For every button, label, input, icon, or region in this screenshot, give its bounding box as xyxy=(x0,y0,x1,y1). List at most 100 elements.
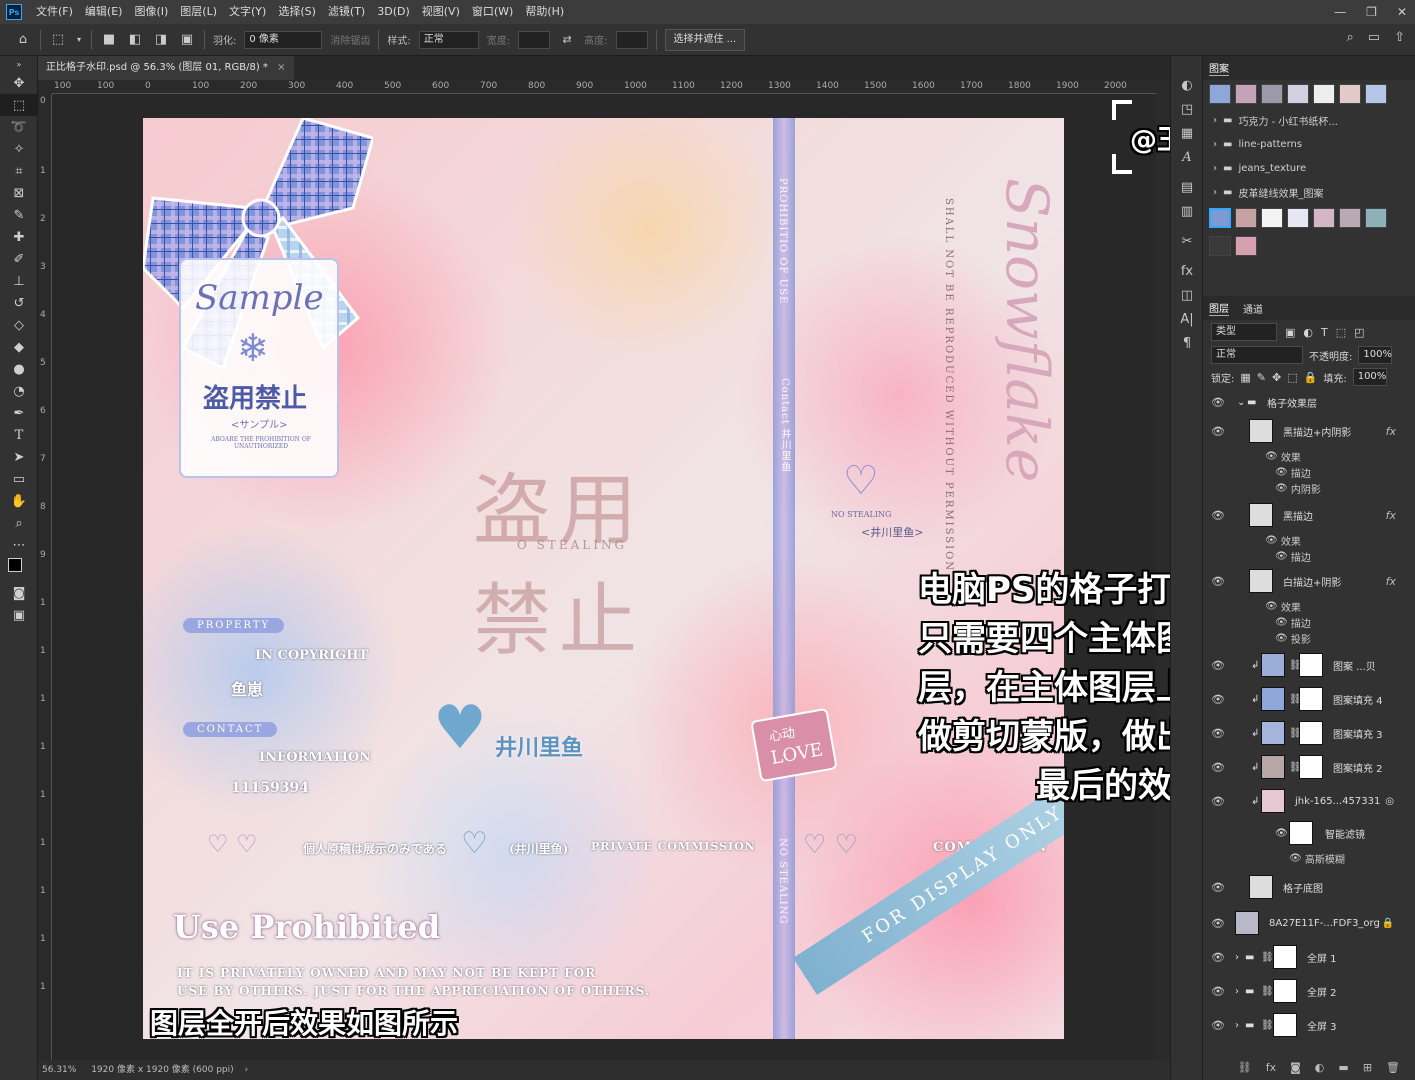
pattern-swatch[interactable] xyxy=(1261,84,1283,104)
eye-icon[interactable]: 👁 xyxy=(1211,917,1225,930)
pattern-swatch[interactable] xyxy=(1313,208,1335,228)
document-tab[interactable]: 正比格子水印.psd @ 56.3% (图层 01, RGB/8) * × xyxy=(38,56,294,80)
workspace-icon[interactable]: ▭ xyxy=(1368,30,1380,45)
add-style-icon[interactable]: fx xyxy=(1266,1061,1276,1074)
filter-row[interactable]: 👁 高斯模糊 xyxy=(1203,850,1415,866)
maximize-button[interactable]: ❐ xyxy=(1366,5,1377,19)
close-window-button[interactable]: ✕ xyxy=(1397,5,1407,19)
character-icon[interactable]: A| xyxy=(1171,308,1203,330)
layer-row[interactable]: 👁 › ▬ ⛓ 全屏 3 xyxy=(1203,1008,1415,1042)
eye-icon[interactable]: 👁 xyxy=(1275,551,1288,562)
effect-row[interactable]: 👁 描边 xyxy=(1203,614,1415,630)
rectangular-marquee-tool-icon[interactable]: ⬚ xyxy=(0,94,38,116)
add-mask-icon[interactable]: ◙ xyxy=(1290,1061,1301,1074)
menu-window[interactable]: 窗口(W) xyxy=(466,0,519,24)
effect-row[interactable]: 👁 内阴影 xyxy=(1203,480,1415,496)
pattern-swatch[interactable] xyxy=(1313,84,1335,104)
lasso-tool-icon[interactable]: ➰ xyxy=(0,116,38,138)
menu-help[interactable]: 帮助(H) xyxy=(519,0,570,24)
effects-row[interactable]: 👁 效果 xyxy=(1203,448,1415,464)
chevron-right-icon[interactable]: › xyxy=(1235,952,1239,963)
pattern-folder[interactable]: › ▬ jeans_texture xyxy=(1203,156,1415,180)
brush-tool-icon[interactable]: ✐ xyxy=(0,248,38,270)
layer-group-row[interactable]: 👁 ⌄ ▬ 格子效果层 xyxy=(1203,390,1415,414)
lock-transparency-icon[interactable]: ▦ xyxy=(1240,371,1250,384)
filter-pixel-icon[interactable]: ▣ xyxy=(1285,326,1295,339)
menu-type[interactable]: 文字(Y) xyxy=(223,0,272,24)
share-icon[interactable]: ⇧ xyxy=(1394,30,1405,45)
new-layer-icon[interactable]: ⊞ xyxy=(1363,1061,1372,1074)
layer-row[interactable]: 👁 ↲ ⛓ 图案填充 3 xyxy=(1203,716,1415,750)
quick-mask-icon[interactable]: ◙ xyxy=(0,582,38,604)
eye-icon[interactable]: 👁 xyxy=(1275,467,1288,478)
effects-row[interactable]: 👁 效果 xyxy=(1203,598,1415,614)
color-swatches-icon[interactable] xyxy=(0,556,38,582)
eye-icon[interactable]: 👁 xyxy=(1275,617,1288,628)
add-selection-icon[interactable]: ◧ xyxy=(126,31,144,49)
properties-icon[interactable]: ▥ xyxy=(1171,200,1203,222)
menu-3d[interactable]: 3D(D) xyxy=(371,0,416,24)
effect-row[interactable]: 👁 描边 xyxy=(1203,464,1415,480)
fx-icon[interactable]: fx xyxy=(1386,509,1396,522)
paragraph-icon[interactable]: ¶ xyxy=(1171,332,1203,354)
filter-smart-icon[interactable]: ◰ xyxy=(1354,326,1364,339)
adjustment-layer-icon[interactable]: ◐ xyxy=(1315,1061,1325,1074)
effect-row[interactable]: 👁 描边 xyxy=(1203,548,1415,564)
lock-position-icon[interactable]: ✥ xyxy=(1272,371,1281,384)
link-layers-icon[interactable]: ⛓ xyxy=(1238,1061,1252,1074)
fx-icon[interactable]: fx xyxy=(1386,575,1396,588)
chevron-right-icon[interactable]: › xyxy=(1235,986,1239,997)
tools-icon[interactable]: ✂ xyxy=(1171,230,1203,252)
tab-layers[interactable]: 图层 xyxy=(1209,300,1229,316)
lock-all-icon[interactable]: 🔒 xyxy=(1304,371,1318,384)
lock-pixels-icon[interactable]: ✎ xyxy=(1257,371,1266,384)
chevron-down-icon[interactable]: ▾ xyxy=(75,31,83,49)
eye-icon[interactable]: 👁 xyxy=(1275,483,1288,494)
magic-wand-tool-icon[interactable]: ✧ xyxy=(0,138,38,160)
pattern-folder[interactable]: › ▬ line-patterns xyxy=(1203,132,1415,156)
layer-filter-select[interactable]: 类型 xyxy=(1211,323,1277,341)
chevron-right-icon[interactable]: › xyxy=(245,1065,249,1075)
collapse-icon[interactable]: » xyxy=(0,56,38,72)
pattern-swatch[interactable] xyxy=(1261,208,1283,228)
screen-mode-icon[interactable]: ▣ xyxy=(0,604,38,626)
pattern-swatch[interactable] xyxy=(1209,236,1231,256)
zoom-tool-icon[interactable]: ⌕ xyxy=(0,512,38,534)
eraser-tool-icon[interactable]: ◇ xyxy=(0,314,38,336)
eye-icon[interactable]: 👁 xyxy=(1211,396,1225,409)
layer-row[interactable]: 👁 ↲ ⛓ 图案填充 4 xyxy=(1203,682,1415,716)
smart-filters-row[interactable]: 👁 智能滤镜 xyxy=(1203,818,1415,848)
eye-icon[interactable]: 👁 xyxy=(1211,1019,1225,1032)
pattern-swatch[interactable] xyxy=(1235,208,1257,228)
width-input[interactable] xyxy=(518,30,551,49)
fill-input[interactable]: 100% xyxy=(1352,368,1387,386)
marquee-preset-icon[interactable]: ⬚ xyxy=(49,31,67,49)
delete-layer-icon[interactable]: 🗑 xyxy=(1386,1061,1400,1074)
blend-mode-select[interactable]: 正常 xyxy=(1211,346,1303,364)
intersect-selection-icon[interactable]: ▣ xyxy=(178,31,196,49)
path-selection-tool-icon[interactable]: ➤ xyxy=(0,446,38,468)
pattern-swatch[interactable] xyxy=(1339,208,1361,228)
filter-adjust-icon[interactable]: ◐ xyxy=(1303,326,1313,339)
styles-icon[interactable]: fx xyxy=(1171,260,1203,282)
eye-icon[interactable]: 👁 xyxy=(1265,601,1278,612)
more-tools-icon[interactable]: ⋯ xyxy=(0,534,38,556)
adjustments-icon[interactable]: ◳ xyxy=(1171,98,1203,120)
pen-tool-icon[interactable]: ✒ xyxy=(0,402,38,424)
pattern-swatch[interactable] xyxy=(1339,84,1361,104)
fx-icon[interactable]: fx xyxy=(1386,425,1396,438)
layer-row[interactable]: 👁 › ▬ ⛓ 全屏 2 xyxy=(1203,974,1415,1008)
eye-icon[interactable]: 👁 xyxy=(1211,659,1225,672)
eye-icon[interactable]: 👁 xyxy=(1265,451,1278,462)
layer-row[interactable]: 👁 ↲ jhk-165...457331 ◎ xyxy=(1203,784,1415,818)
layer-row[interactable]: 👁 黑描边 fx xyxy=(1203,498,1415,532)
chevron-right-icon[interactable]: › xyxy=(1235,1020,1239,1031)
eyedropper-tool-icon[interactable]: ✎ xyxy=(0,204,38,226)
eye-icon[interactable]: 👁 xyxy=(1211,575,1225,588)
eye-icon[interactable]: 👁 xyxy=(1211,727,1225,740)
pattern-swatch[interactable] xyxy=(1287,84,1309,104)
effects-row[interactable]: 👁 效果 xyxy=(1203,532,1415,548)
chevron-down-icon[interactable]: ⌄ xyxy=(1237,397,1245,408)
menu-layer[interactable]: 图层(L) xyxy=(174,0,223,24)
hand-tool-icon[interactable]: ✋ xyxy=(0,490,38,512)
